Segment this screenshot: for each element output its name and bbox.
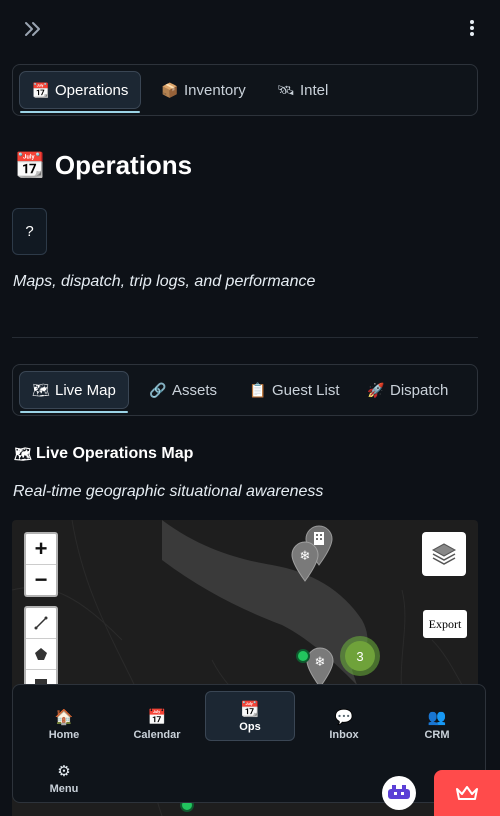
vertical-ellipsis-icon[interactable]	[468, 20, 476, 40]
nav-crm[interactable]: 👥 CRM	[392, 699, 482, 749]
help-button[interactable]: ?	[12, 208, 47, 255]
calendar-icon: 📆	[32, 81, 50, 98]
tab-label: Inventory	[184, 81, 246, 99]
svg-text:❄: ❄	[315, 655, 326, 670]
map-icon: 🗺	[14, 445, 32, 462]
crown-icon[interactable]	[434, 770, 500, 816]
page-subtitle: Maps, dispatch, trip logs, and performan…	[13, 273, 316, 290]
house-icon: 🏠	[54, 708, 74, 726]
nav-calendar[interactable]: 📅 Calendar	[112, 699, 202, 749]
speech-bubble-icon: 💬	[334, 708, 354, 726]
draw-polygon-icon[interactable]	[26, 639, 56, 670]
nav-menu[interactable]: ⚙ Menu	[19, 753, 109, 803]
nav-label: CRM	[424, 728, 450, 741]
rocket-icon: 🚀	[367, 381, 385, 398]
nav-label: Home	[48, 728, 80, 741]
marker-cluster[interactable]: 3	[340, 636, 380, 676]
svg-text:❄: ❄	[300, 549, 311, 564]
main-tab-bar: 📆 Operations 📦 Inventory 🛰 Intel	[12, 64, 478, 116]
calendar-icon: 📅	[147, 708, 167, 726]
zoom-control: + −	[24, 532, 58, 597]
zoom-in-button[interactable]: +	[26, 534, 56, 565]
tab-label: Assets	[172, 381, 218, 399]
cluster-count: 3	[345, 641, 375, 671]
satellite-icon: 🛰	[277, 81, 295, 98]
tab-inventory[interactable]: 📦 Inventory	[149, 71, 258, 109]
section-subtitle: Real-time geographic situational awarene…	[13, 483, 324, 500]
link-icon: 🔗	[149, 381, 167, 398]
nav-inbox[interactable]: 💬 Inbox	[299, 699, 389, 749]
tab-label: Live Map	[55, 381, 116, 399]
layers-icon[interactable]	[422, 532, 466, 576]
calendar-icon: 📆	[15, 152, 45, 179]
package-icon: 📦	[161, 81, 179, 98]
map-icon: 🗺	[32, 381, 50, 398]
section-title: 🗺 Live Operations Map	[14, 445, 193, 463]
nav-home[interactable]: 🏠 Home	[19, 699, 109, 749]
tab-label: Operations	[55, 81, 129, 99]
nav-label: Menu	[49, 782, 79, 795]
nav-label: Inbox	[329, 728, 359, 741]
bottom-navigation: 🏠 Home 📅 Calendar 📆 Ops 💬 Inbox 👥 CRM ⚙ …	[12, 684, 486, 803]
tab-label: Guest List	[272, 381, 340, 399]
tab-operations[interactable]: 📆 Operations	[19, 71, 142, 113]
snowflake-marker-icon[interactable]: ❄	[290, 540, 320, 582]
calendar-icon: 📆	[240, 700, 260, 718]
tab-intel[interactable]: 🛰 Intel	[265, 71, 340, 109]
draw-line-icon[interactable]	[26, 608, 56, 639]
people-icon: 👥	[427, 708, 447, 726]
sub-tab-bar: 🗺 Live Map 🔗 Assets 📋 Guest List 🚀 Dispa…	[12, 364, 478, 416]
page-header: 📆 Operations	[15, 150, 192, 181]
gear-icon: ⚙	[57, 762, 71, 780]
tab-label: Dispatch	[390, 381, 449, 399]
tab-dispatch[interactable]: 🚀 Dispatch	[355, 371, 460, 409]
asset-marker-icon[interactable]	[296, 649, 310, 663]
expand-sidebar-icon[interactable]	[22, 18, 44, 40]
zoom-out-button[interactable]: −	[26, 565, 56, 595]
top-bar	[0, 0, 500, 60]
divider	[12, 337, 478, 338]
app-avatar-icon[interactable]	[382, 776, 416, 810]
section-title-text: Live Operations Map	[36, 445, 194, 462]
nav-ops[interactable]: 📆 Ops	[205, 691, 295, 741]
tab-assets[interactable]: 🔗 Assets	[137, 371, 229, 409]
page-title: Operations	[54, 150, 193, 180]
nav-label: Calendar	[133, 728, 181, 741]
tab-live-map[interactable]: 🗺 Live Map	[19, 371, 129, 413]
snowflake-marker-icon[interactable]: ❄	[305, 646, 335, 688]
nav-label: Ops	[239, 720, 261, 733]
tab-guest-list[interactable]: 📋 Guest List	[237, 371, 352, 409]
clipboard-icon: 📋	[249, 381, 267, 398]
tab-label: Intel	[300, 81, 329, 99]
export-button[interactable]: Export	[423, 610, 467, 638]
